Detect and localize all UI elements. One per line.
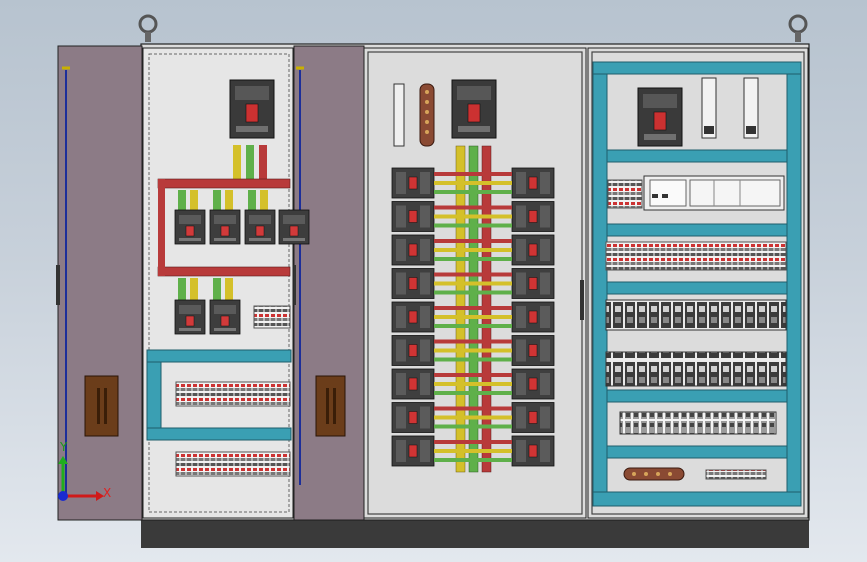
- door-right: [292, 45, 365, 521]
- terminal-row-1: [175, 381, 291, 407]
- duct-bottom: [592, 491, 802, 507]
- cable-duct-h1: [146, 349, 292, 363]
- axis-origin: [58, 491, 68, 501]
- door-left: [56, 45, 143, 521]
- terminal-row-2: [175, 451, 291, 477]
- terminal-block-small: [253, 305, 291, 329]
- axis-y-label: Y: [60, 440, 68, 454]
- duct-top: [592, 61, 802, 75]
- plc-rack: [607, 175, 785, 211]
- door-handle-left[interactable]: [84, 375, 119, 437]
- cabinet-drawing: [56, 14, 810, 548]
- cabinet-distribution: [363, 47, 587, 519]
- terminal-row-ctrl-1: [605, 241, 787, 271]
- main-breaker-2[interactable]: [451, 79, 497, 139]
- power-supply-1: [701, 77, 717, 139]
- breaker-row: [391, 167, 555, 199]
- axis-x-label: X: [103, 486, 112, 500]
- terminal-row-ctrl-2: [619, 411, 777, 435]
- lifting-eye-right: [788, 14, 808, 42]
- duct-right: [786, 61, 802, 495]
- cable-duct-v1: [146, 361, 162, 429]
- busbar-bottom: [157, 266, 291, 277]
- neutral-bar: [705, 469, 767, 480]
- indicator-strip: [393, 83, 405, 147]
- ground-bar-horizontal: [623, 467, 685, 481]
- relay-row-2: [605, 351, 787, 387]
- duct-left: [592, 61, 608, 495]
- main-breaker[interactable]: [229, 79, 275, 139]
- ground-bar-vertical: [419, 83, 435, 147]
- door-handle-right[interactable]: [315, 375, 346, 437]
- busbar-top: [157, 178, 291, 189]
- cable-duct-h2: [146, 427, 292, 441]
- control-breaker[interactable]: [637, 87, 683, 147]
- relay-row-1: [605, 299, 787, 331]
- cabinet-incoming: [142, 47, 310, 519]
- base-plinth: [141, 518, 809, 548]
- cabinet-control: [587, 47, 809, 519]
- power-supply-2: [743, 77, 759, 139]
- lifting-eye-left: [138, 14, 158, 42]
